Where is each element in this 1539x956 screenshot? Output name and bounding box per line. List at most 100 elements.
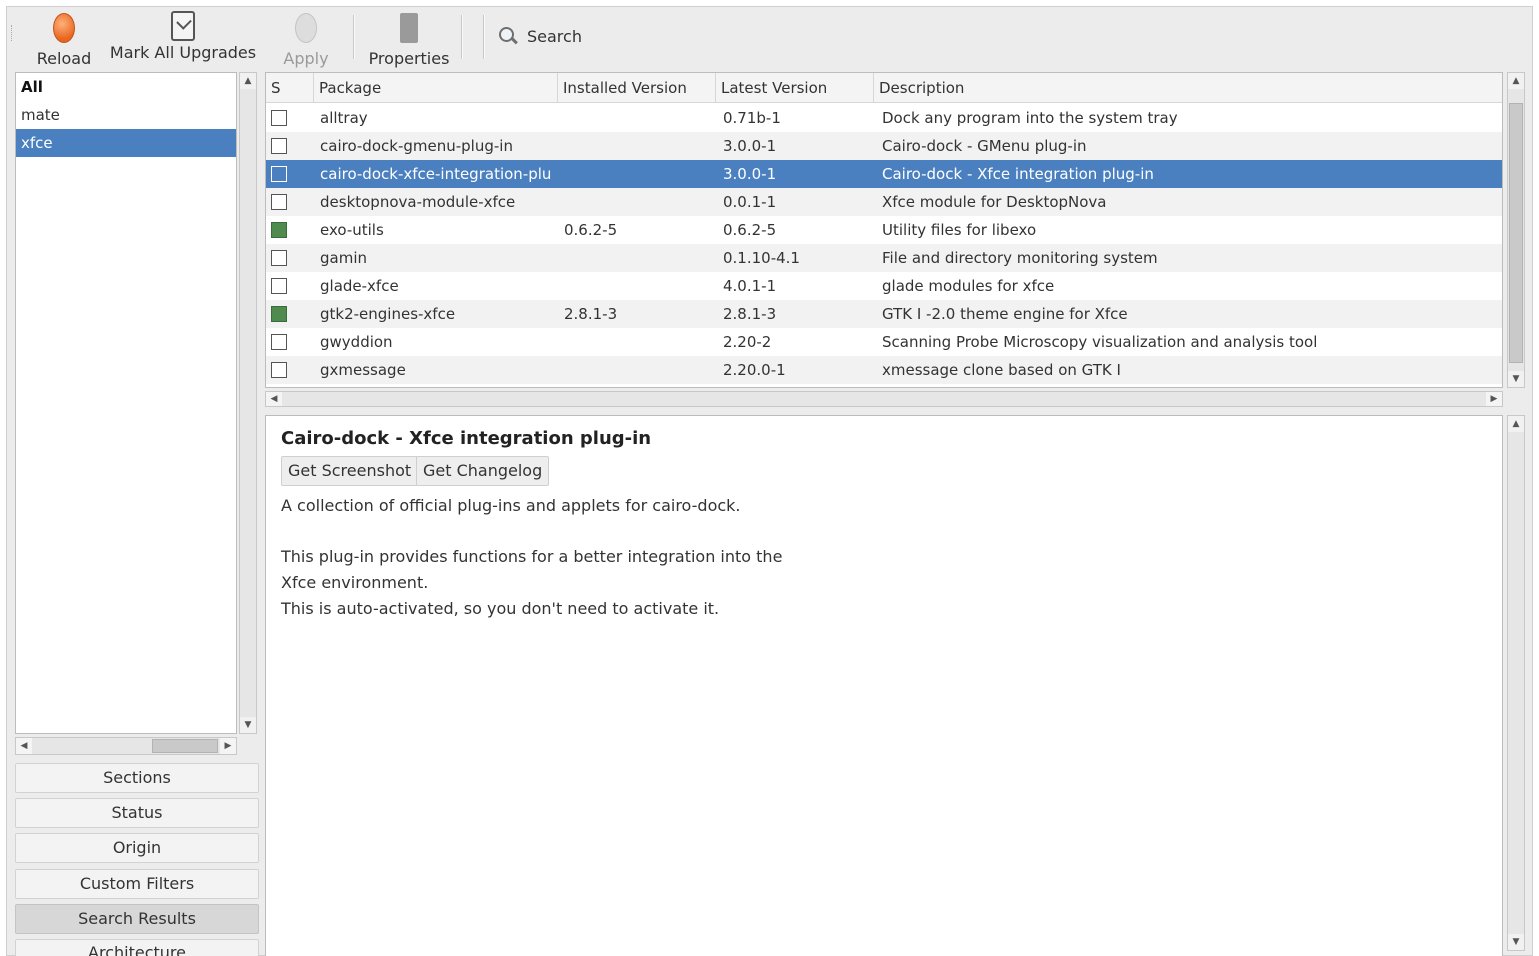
table-row[interactable]: glade-xfce 4.0.1-1 glade modules for xfce <box>266 272 1502 300</box>
package-status-checkbox[interactable] <box>271 110 287 126</box>
latest-version-cell: 3.0.0-1 <box>723 165 777 183</box>
installed-version-cell <box>564 188 714 216</box>
description-cell: Xfce module for DesktopNova <box>882 193 1107 211</box>
status-filter-button[interactable]: Status <box>15 798 259 828</box>
scroll-right-arrow-icon[interactable]: ▶ <box>1486 392 1502 406</box>
description-cell: Cairo-dock - Xfce integration plug-in <box>882 165 1154 183</box>
custom-filters-button[interactable]: Custom Filters <box>15 869 259 899</box>
package-name-cell: glade-xfce <box>320 277 399 295</box>
details-description-line: Xfce environment. <box>281 573 429 592</box>
vscroll-thumb[interactable] <box>1509 103 1523 363</box>
description-cell: glade modules for xfce <box>882 277 1055 295</box>
toolbar-separator <box>461 15 463 59</box>
column-header-latest-version[interactable]: Latest Version <box>716 73 874 103</box>
reload-button[interactable]: Reload <box>31 9 97 68</box>
scroll-down-arrow-icon[interactable]: ▼ <box>240 717 256 733</box>
scroll-up-arrow-icon[interactable]: ▲ <box>1508 416 1524 432</box>
toolbar-grip[interactable] <box>11 25 14 41</box>
latest-version-cell: 3.0.0-1 <box>723 137 777 155</box>
details-description-line: This plug-in provides functions for a be… <box>281 547 783 566</box>
column-header-package[interactable]: Package <box>314 73 558 103</box>
apply-label: Apply <box>283 49 329 68</box>
installed-version-cell <box>564 272 714 300</box>
origin-filter-button[interactable]: Origin <box>15 833 259 863</box>
architecture-filter-button[interactable]: Architecture <box>15 939 259 956</box>
table-row[interactable]: gxmessage 2.20.0-1 xmessage clone based on… <box>266 356 1502 384</box>
latest-version-cell: 0.6.2-5 <box>723 221 777 239</box>
package-status-checkbox[interactable] <box>271 166 287 182</box>
column-header-status[interactable]: S <box>266 73 314 103</box>
package-name-cell: alltray <box>320 109 368 127</box>
package-table[interactable]: S Package Installed Version Latest Versi… <box>265 72 1503 388</box>
details-title: Cairo-dock - Xfce integration plug-in <box>281 428 652 449</box>
latest-version-cell: 4.0.1-1 <box>723 277 777 295</box>
latest-version-cell: 2.8.1-3 <box>723 305 777 323</box>
section-item-mate[interactable]: mate <box>16 101 236 129</box>
package-status-checkbox[interactable] <box>271 194 287 210</box>
table-row[interactable]: gtk2-engines-xfce 2.8.1-3 2.8.1-3 GTK I -2.… <box>266 300 1502 328</box>
search-results-filter-button[interactable]: Search Results <box>15 904 259 934</box>
table-row[interactable]: cairo-dock-gmenu-plug-in 3.0.0-1 Cairo-doc… <box>266 132 1502 160</box>
package-status-checkbox[interactable] <box>271 222 287 238</box>
description-cell: File and directory monitoring system <box>882 249 1158 267</box>
table-vscrollbar[interactable]: ▲ ▼ <box>1507 72 1525 388</box>
package-name-cell: cairo-dock-gmenu-plug-in <box>320 137 513 155</box>
scroll-up-arrow-icon[interactable]: ▲ <box>240 73 256 89</box>
installed-version-cell <box>564 356 714 384</box>
installed-version-cell <box>564 328 714 356</box>
hscroll-thumb[interactable] <box>152 739 218 753</box>
search-label: Search <box>527 26 582 46</box>
installed-version-cell: 0.6.2-5 <box>564 221 618 239</box>
section-list-vscrollbar[interactable]: ▲ ▼ <box>239 72 257 734</box>
mark-all-upgrades-button[interactable]: Mark All Upgrades <box>107 9 259 67</box>
scroll-down-arrow-icon[interactable]: ▼ <box>1508 934 1524 950</box>
description-cell: Dock any program into the system tray <box>882 109 1178 127</box>
apply-button[interactable]: Apply <box>275 9 337 68</box>
mark-all-upgrades-label: Mark All Upgrades <box>109 43 257 62</box>
section-item-all[interactable]: All <box>16 73 236 101</box>
scroll-left-arrow-icon[interactable]: ◀ <box>16 738 32 754</box>
package-status-checkbox[interactable] <box>271 306 287 322</box>
table-row[interactable]: exo-utils 0.6.2-5 0.6.2-5 Utility files for… <box>266 216 1502 244</box>
package-name-cell: gamin <box>320 249 367 267</box>
search-button[interactable]: Search <box>497 19 582 53</box>
scroll-up-arrow-icon[interactable]: ▲ <box>1508 73 1524 89</box>
table-row[interactable]: gwyddion 2.20-2 Scanning Probe Microscopy … <box>266 328 1502 356</box>
table-row[interactable]: alltray 0.71b-1 Dock any program into the … <box>266 104 1502 132</box>
package-status-checkbox[interactable] <box>271 362 287 378</box>
scroll-left-arrow-icon[interactable]: ◀ <box>266 392 282 406</box>
table-row[interactable]: desktopnova-module-xfce 0.0.1-1 Xfce modul… <box>266 188 1502 216</box>
installed-version-cell <box>564 244 714 272</box>
synaptic-window: Reload Mark All Upgrades Apply Propertie… <box>6 6 1533 956</box>
description-cell: Utility files for libexo <box>882 221 1037 239</box>
details-vscrollbar[interactable]: ▲ ▼ <box>1507 415 1525 951</box>
section-list[interactable]: All mate xfce <box>15 72 237 734</box>
package-status-checkbox[interactable] <box>271 250 287 266</box>
scroll-down-arrow-icon[interactable]: ▼ <box>1508 371 1524 387</box>
table-hscrollbar[interactable]: ◀ ▶ <box>265 391 1503 407</box>
scroll-right-arrow-icon[interactable]: ▶ <box>220 738 236 754</box>
properties-button[interactable]: Properties <box>363 9 455 68</box>
package-name-cell: exo-utils <box>320 221 384 239</box>
reload-label: Reload <box>36 49 92 68</box>
sections-filter-button[interactable]: Sections <box>15 763 259 793</box>
latest-version-cell: 0.0.1-1 <box>723 193 777 211</box>
get-changelog-button[interactable]: Get Changelog <box>416 456 550 486</box>
column-header-description[interactable]: Description <box>874 73 1502 103</box>
table-row[interactable]: gamin 0.1.10-4.1 File and directory monito… <box>266 244 1502 272</box>
package-status-checkbox[interactable] <box>271 138 287 154</box>
latest-version-cell: 0.71b-1 <box>723 109 781 127</box>
column-header-installed-version[interactable]: Installed Version <box>558 73 716 103</box>
reload-icon <box>53 13 75 43</box>
table-row[interactable]: cairo-dock-xfce-integration-plu 3.0.0-1 Ca… <box>266 160 1502 188</box>
get-screenshot-button[interactable]: Get Screenshot <box>281 456 419 486</box>
package-status-checkbox[interactable] <box>271 278 287 294</box>
section-list-hscrollbar[interactable]: ◀ ▶ <box>15 737 237 755</box>
package-name-cell: cairo-dock-xfce-integration-plu <box>320 165 552 183</box>
section-item-xfce[interactable]: xfce <box>16 129 236 157</box>
package-status-checkbox[interactable] <box>271 334 287 350</box>
package-details-pane: Cairo-dock - Xfce integration plug-in Ge… <box>265 415 1503 956</box>
apply-icon <box>295 13 317 43</box>
installed-version-cell: 2.8.1-3 <box>564 305 618 323</box>
table-header: S Package Installed Version Latest Versi… <box>266 73 1502 103</box>
